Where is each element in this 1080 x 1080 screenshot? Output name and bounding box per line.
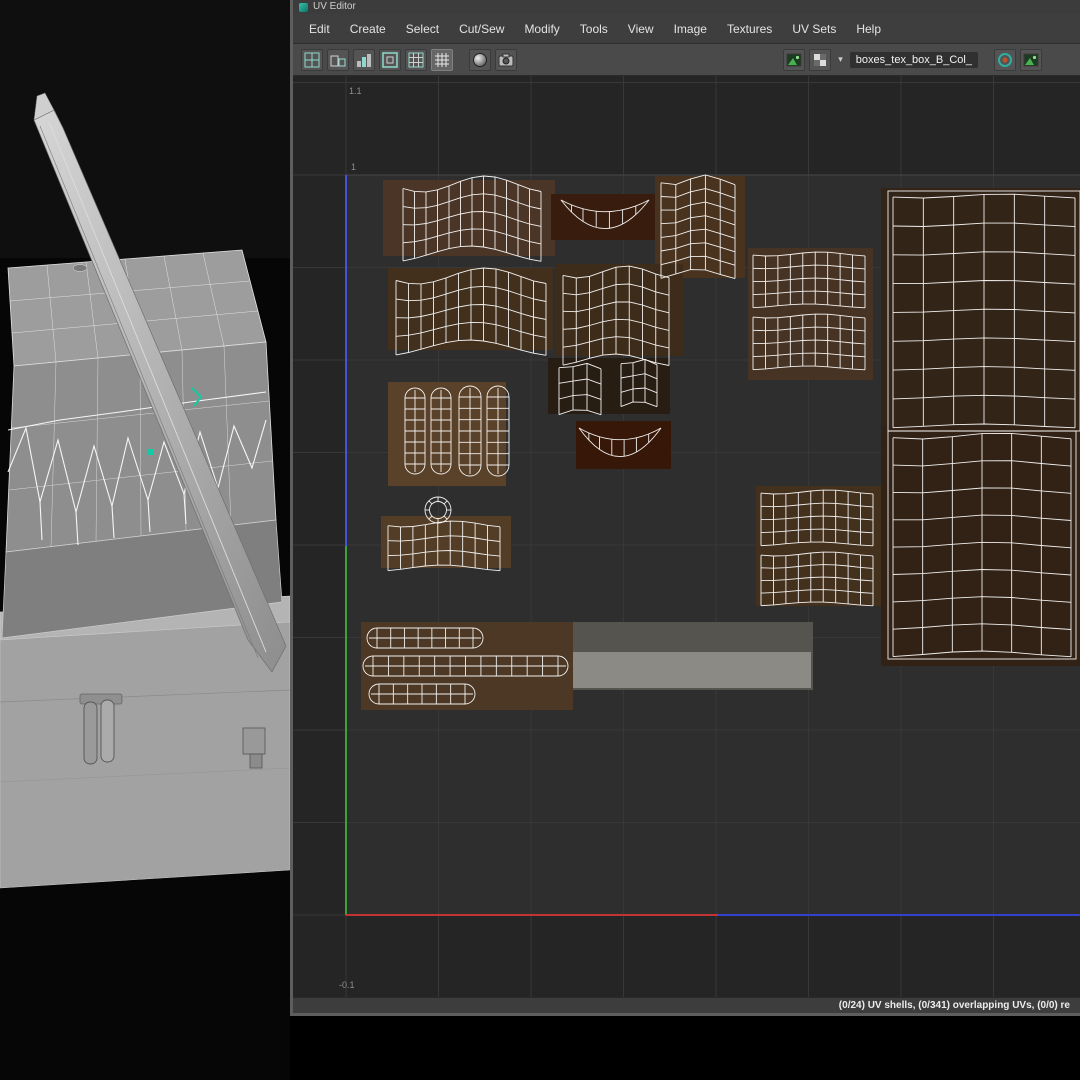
maya-app-icon xyxy=(299,2,308,12)
screen: UV Editor Edit Create Select Cut/Sew Mod… xyxy=(0,0,1080,1080)
viewport-model xyxy=(0,0,290,889)
menubar: Edit Create Select Cut/Sew Modify Tools … xyxy=(293,14,1080,44)
menu-modify[interactable]: Modify xyxy=(514,14,569,44)
shaded-sphere-icon[interactable] xyxy=(469,48,491,71)
uv-distortion-icon[interactable] xyxy=(353,48,375,71)
menu-create[interactable]: Create xyxy=(340,14,396,44)
uv-shell-layout xyxy=(293,76,1080,997)
menu-uv-sets[interactable]: UV Sets xyxy=(782,14,846,44)
checker-map-icon[interactable] xyxy=(809,48,832,71)
uv-layout-icon[interactable] xyxy=(327,48,349,71)
model-lid-box xyxy=(0,595,290,889)
tile-border-icon[interactable] xyxy=(379,48,401,71)
tile-grid-icon[interactable] xyxy=(405,48,427,71)
uv-status-text: (0/24) UV shells, (0/341) overlapping UV… xyxy=(838,1000,1070,1011)
menu-tools[interactable]: Tools xyxy=(570,14,618,44)
menu-textures[interactable]: Textures xyxy=(717,14,782,44)
window-title: UV Editor xyxy=(313,1,356,12)
menu-view[interactable]: View xyxy=(618,14,664,44)
3d-viewport[interactable] xyxy=(0,0,290,1080)
dropdown-arrow-icon[interactable]: ▾ xyxy=(835,54,846,65)
titlebar[interactable]: UV Editor xyxy=(293,0,1080,14)
uv-editor-window: UV Editor Edit Create Select Cut/Sew Mod… xyxy=(290,0,1080,1016)
uv-tile-layout-icon[interactable] xyxy=(301,48,323,71)
toolbar: ▾ boxes_tex_box_B_Col_ xyxy=(293,44,1080,76)
texture-name-field[interactable]: boxes_tex_box_B_Col_ xyxy=(849,51,978,68)
menu-cut-sew[interactable]: Cut/Sew xyxy=(449,14,514,44)
statusbar: (0/24) UV shells, (0/341) overlapping UV… xyxy=(293,997,1080,1013)
menu-select[interactable]: Select xyxy=(396,14,449,44)
uv-canvas[interactable]: 1.1 1 -0.1 xyxy=(293,76,1080,997)
image-display-icon[interactable] xyxy=(783,48,806,71)
uv-snapshot-icon[interactable] xyxy=(495,48,517,71)
texture-knot-icon[interactable] xyxy=(994,48,1016,71)
menu-image[interactable]: Image xyxy=(664,14,717,44)
menu-help[interactable]: Help xyxy=(846,14,891,44)
pixel-grid-icon[interactable] xyxy=(431,48,453,71)
menu-edit[interactable]: Edit xyxy=(299,14,340,44)
image-icon[interactable] xyxy=(1020,48,1042,71)
